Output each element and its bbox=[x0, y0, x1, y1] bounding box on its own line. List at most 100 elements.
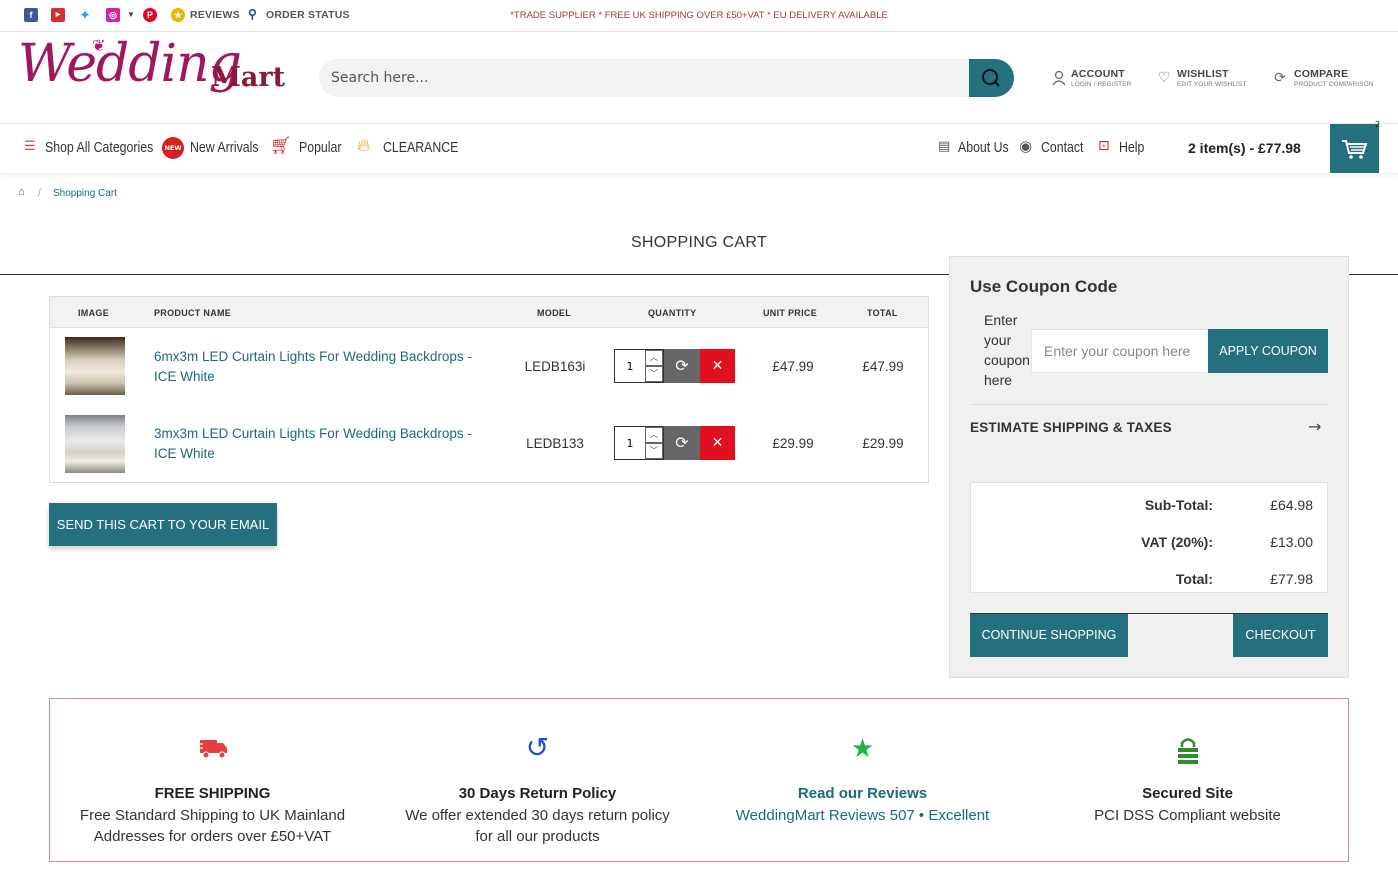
quantity-input[interactable] bbox=[615, 427, 645, 459]
feature-shipping: FREE SHIPPING Free Standard Shipping to … bbox=[50, 699, 375, 861]
remove-button[interactable]: ✕ bbox=[700, 349, 735, 383]
features-box: FREE SHIPPING Free Standard Shipping to … bbox=[49, 698, 1349, 862]
new-badge-icon: NEW bbox=[162, 137, 184, 159]
compare-link[interactable]: COMPARE PRODUCT COMPARISON bbox=[1294, 68, 1374, 88]
feature-desc: PCI DSS Compliant website bbox=[1094, 807, 1281, 824]
compare-icon: ⟳ bbox=[1274, 70, 1286, 86]
checkout-button[interactable]: CHECKOUT bbox=[1233, 614, 1328, 657]
subtotal-value: £64.98 bbox=[1270, 497, 1313, 513]
quantity-stepper: ︿ ﹀ bbox=[614, 349, 664, 383]
quantity-input[interactable] bbox=[615, 350, 645, 382]
help-icon: ⊡ bbox=[1098, 138, 1110, 154]
promo-text: *TRADE SUPPLIER * FREE UK SHIPPING OVER … bbox=[510, 10, 888, 21]
coupon-label: Enter your coupon here bbox=[984, 312, 1030, 388]
vat-label: VAT (20%): bbox=[1141, 534, 1213, 550]
total-label: Total: bbox=[1175, 571, 1213, 587]
table-row: 3mx3m LED Curtain Lights For Wedding Bac… bbox=[50, 405, 928, 482]
top-bar: f ▶ ✦ ◎ ▼ P ★ REVIEWS ⚲ ORDER STATUS *TR… bbox=[0, 0, 1398, 32]
feature-title: 30 Days Return Policy bbox=[458, 785, 617, 802]
nav-contact[interactable]: Contact bbox=[1041, 140, 1083, 156]
truck-icon bbox=[50, 735, 375, 768]
col-product-name: PRODUCT NAME bbox=[154, 308, 232, 318]
lock-icon bbox=[1025, 735, 1350, 772]
unit-price: £29.99 bbox=[772, 436, 814, 451]
update-button[interactable]: ⟳ bbox=[664, 349, 700, 383]
nav-help[interactable]: Help bbox=[1119, 140, 1144, 156]
update-button[interactable]: ⟳ bbox=[664, 426, 700, 460]
estimate-shipping-link[interactable]: ESTIMATE SHIPPING & TAXES bbox=[970, 420, 1172, 435]
home-icon[interactable]: ⌂ bbox=[18, 186, 25, 198]
user-icon bbox=[1052, 70, 1066, 90]
remove-button[interactable]: ✕ bbox=[700, 426, 735, 460]
col-model: MODEL bbox=[537, 308, 571, 318]
table-row: 6mx3m LED Curtain Lights For Wedding Bac… bbox=[50, 328, 928, 405]
chevron-down-icon[interactable]: ﹀ bbox=[645, 443, 663, 459]
product-name-link[interactable]: 3mx3m LED Curtain Lights For Wedding Bac… bbox=[154, 424, 494, 464]
search-icon bbox=[982, 69, 1000, 87]
row-total: £47.99 bbox=[862, 359, 904, 374]
quantity-stepper: ︿ ﹀ bbox=[614, 426, 664, 460]
totals-box: Sub-Total: £64.98 VAT (20%): £13.00 Tota… bbox=[970, 482, 1328, 593]
account-link[interactable]: ACCOUNT LOGIN / REGISTER bbox=[1071, 68, 1131, 88]
account-sub: LOGIN / REGISTER bbox=[1071, 81, 1132, 88]
wishlist-label: WISHLIST bbox=[1177, 68, 1229, 80]
nav-new-arrivals[interactable]: New Arrivals bbox=[190, 140, 258, 156]
cart-star-icon: 🛒︎ bbox=[270, 136, 292, 156]
product-model: LEDB163i bbox=[524, 359, 586, 374]
page-title: SHOPPING CART bbox=[630, 234, 768, 251]
nav-shop-all[interactable]: Shop All Categories bbox=[45, 140, 153, 156]
vat-value: £13.00 bbox=[1270, 534, 1313, 550]
feature-reviews[interactable]: ★ Read our Reviews WeddingMart Reviews 5… bbox=[700, 699, 1025, 861]
breadcrumb-current[interactable]: Shopping Cart bbox=[53, 188, 117, 199]
logo-brand: Mart bbox=[211, 62, 286, 93]
product-thumbnail[interactable] bbox=[65, 415, 125, 473]
refresh-icon: ⟳ bbox=[675, 433, 689, 452]
feature-title: FREE SHIPPING bbox=[154, 785, 271, 802]
document-icon: ▤ bbox=[938, 139, 951, 154]
star-icon: ★ bbox=[850, 733, 875, 763]
refresh-icon: ⟳ bbox=[675, 356, 689, 375]
close-icon: ✕ bbox=[711, 435, 724, 451]
chevron-up-icon[interactable]: ︿ bbox=[645, 350, 663, 366]
feature-title[interactable]: Read our Reviews bbox=[700, 785, 1025, 802]
cart-total[interactable]: 2 item(s) - £77.98 bbox=[1188, 140, 1301, 156]
nav-clearance[interactable]: CLEARANCE bbox=[383, 140, 458, 156]
search-input[interactable] bbox=[331, 59, 961, 97]
arrow-right-icon[interactable]: → bbox=[1308, 417, 1321, 436]
chevron-down-icon[interactable]: ﹀ bbox=[645, 366, 663, 382]
main-nav: ☰ Shop All Categories NEW New Arrivals 🛒… bbox=[0, 120, 1398, 173]
list-icon: ☰ bbox=[24, 139, 36, 154]
row-total: £29.99 bbox=[862, 436, 904, 451]
nav-popular[interactable]: Popular bbox=[299, 140, 341, 156]
apply-coupon-button[interactable]: APPLY COUPON bbox=[1208, 329, 1328, 373]
cart-count: 2 bbox=[1375, 120, 1381, 129]
total-value: £77.98 bbox=[1270, 571, 1313, 587]
heart-icon: ♡ bbox=[1158, 70, 1171, 86]
continue-shopping-button[interactable]: CONTINUE SHOPPING bbox=[970, 614, 1128, 657]
nav-about[interactable]: About Us bbox=[958, 140, 1009, 156]
cart-button[interactable] bbox=[1330, 124, 1379, 173]
account-label: ACCOUNT bbox=[1071, 68, 1125, 80]
user-circle-icon: ◉ bbox=[1019, 137, 1033, 155]
return-icon: ↺ bbox=[525, 732, 550, 763]
feature-desc[interactable]: WeddingMart Reviews 507 • Excellent bbox=[725, 805, 1000, 826]
wishlist-link[interactable]: WISHLIST EDIT YOUR WISHLIST bbox=[1177, 68, 1246, 88]
send-cart-email-button[interactable]: SEND THIS CART TO YOUR EMAIL bbox=[49, 503, 277, 546]
search-button[interactable] bbox=[969, 59, 1014, 97]
cart-table: IMAGE PRODUCT NAME MODEL QUANTITY UNIT P… bbox=[49, 296, 929, 483]
feature-desc: Free Standard Shipping to UK Mainland Ad… bbox=[79, 807, 346, 845]
product-thumbnail[interactable] bbox=[65, 337, 125, 395]
logo-script: Wedding bbox=[18, 34, 242, 94]
feature-returns: ↺ 30 Days Return Policy We offer extende… bbox=[375, 699, 700, 861]
search-bar bbox=[319, 59, 1014, 97]
feature-desc: We offer extended 30 days return policy … bbox=[405, 807, 670, 845]
chevron-up-icon[interactable]: ︿ bbox=[645, 427, 663, 443]
flame-icon: 🔥︎ bbox=[357, 135, 371, 156]
butterfly-icon: ❦ bbox=[92, 36, 106, 55]
coupon-input[interactable] bbox=[1031, 329, 1209, 373]
unit-price: £47.99 bbox=[772, 359, 814, 374]
product-name-link[interactable]: 6mx3m LED Curtain Lights For Wedding Bac… bbox=[154, 347, 494, 387]
col-unit-price: UNIT PRICE bbox=[763, 308, 818, 318]
coupon-heading: Use Coupon Code bbox=[970, 277, 1118, 296]
col-total: TOTAL bbox=[867, 308, 898, 318]
